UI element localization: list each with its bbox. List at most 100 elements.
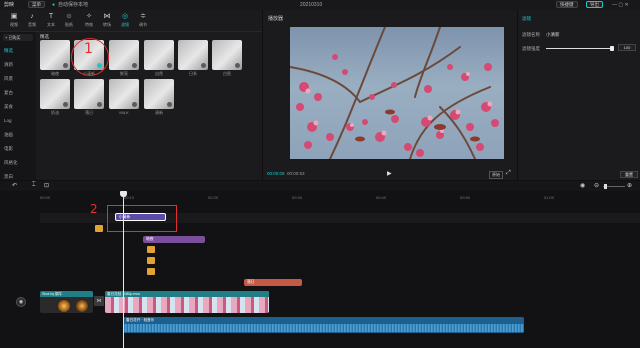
clip-thumbnail — [58, 300, 70, 312]
nav-item-stylized[interactable]: 风格化 — [4, 160, 32, 166]
zoom-out-icon[interactable]: ⊖ — [594, 182, 599, 189]
video-clip-1[interactable]: Shot by 蜗牛 — [40, 291, 93, 313]
filter-card[interactable]: MILK — [109, 79, 139, 117]
video-clip-2[interactable]: 春日花枝 1080p.mov — [105, 291, 269, 313]
autosave-status: 自动保存本地 — [58, 2, 89, 8]
filter-card[interactable]: 鲜亮 — [109, 40, 139, 78]
export-button[interactable]: 导出 — [586, 1, 603, 8]
nav-item-featured[interactable]: 精选 — [4, 48, 32, 54]
filter-thumbnail — [40, 40, 70, 70]
effect-marker[interactable] — [147, 246, 155, 253]
ruler-tick: 00:20 — [208, 195, 219, 200]
nav-item-log[interactable]: Log — [4, 118, 32, 124]
ruler-tick: 00:40 — [376, 195, 387, 200]
project-title: 20210310 — [300, 2, 323, 8]
filter-card[interactable]: 奶油 — [40, 79, 70, 117]
zoom-slider-handle[interactable] — [604, 184, 607, 189]
effect-marker[interactable] — [147, 268, 155, 275]
purchased-button[interactable]: + 已购买 — [3, 34, 33, 41]
intensity-slider-fill — [546, 48, 614, 49]
filter-name: 日系 — [189, 71, 197, 76]
video-clip-label: Shot by 蜗牛 — [40, 291, 93, 297]
effect-marker[interactable] — [95, 225, 103, 232]
delete-icon[interactable]: ⊡ — [44, 182, 49, 189]
nav-item-food[interactable]: 美食 — [4, 104, 32, 110]
effect-clip[interactable]: 暗夜 — [143, 236, 205, 243]
tool-label: 调节 — [139, 22, 147, 27]
fullscreen-icon[interactable]: ⤢ — [506, 170, 511, 177]
filter-thumbnail — [109, 79, 139, 109]
filter-card[interactable]: 暗夜 — [40, 40, 70, 78]
filter-card[interactable]: 落日 — [74, 79, 104, 117]
sticker-icon: ☺ — [65, 13, 73, 20]
audio-clip[interactable]: 春日花开 · 轻音乐 — [123, 317, 524, 333]
filter-name: 鲜亮 — [120, 71, 128, 76]
tool-label: 音频 — [28, 22, 36, 27]
transition-icon[interactable]: ⋈ — [94, 296, 104, 306]
filter-card[interactable]: 日系 — [178, 40, 208, 78]
time-current: 00:00:09 — [267, 171, 285, 176]
nav-item-bw[interactable]: 黑白 — [4, 174, 32, 180]
tool-adjust[interactable]: ≑ 调节 — [133, 12, 153, 28]
tool-video[interactable]: ▣ 视频 — [4, 12, 24, 28]
filter-name: 奶油 — [51, 110, 59, 115]
nav-item-retro[interactable]: 复古 — [4, 90, 32, 96]
transition-icon: ⋈ — [103, 13, 111, 20]
tool-text[interactable]: T 文本 — [41, 12, 61, 28]
title-bar: 剪映 菜单 ● 自动保存本地 20210310 快捷键 导出 — ▢ ✕ — [0, 0, 640, 10]
intensity-value[interactable]: 100 — [618, 44, 636, 51]
filter-thumbnail — [144, 40, 174, 70]
filter-thumbnail — [74, 79, 104, 109]
ratio-button[interactable]: 原始 — [489, 171, 503, 179]
window-controls[interactable]: — ▢ ✕ — [612, 0, 629, 10]
nav-item-film[interactable]: 电影 — [4, 146, 32, 152]
filter-card[interactable]: 白皙 — [212, 40, 242, 78]
filter-card[interactable]: 清新 — [144, 79, 174, 117]
video-icon: ▣ — [10, 13, 18, 20]
nav-item-fresh[interactable]: 清新 — [4, 62, 32, 68]
intensity-slider-track[interactable] — [546, 46, 614, 51]
filter-card[interactable]: 自然 — [144, 40, 174, 78]
nav-item-scenery[interactable]: 风景 — [4, 76, 32, 82]
sticker-clip[interactable]: 落日 — [244, 279, 302, 286]
filter-icon: ◎ — [121, 13, 129, 20]
zoom-slider[interactable] — [603, 184, 625, 189]
audio-clip-label: 春日花开 · 轻音乐 — [126, 318, 155, 322]
play-icon[interactable]: ▶ — [387, 170, 392, 177]
filter-name: 落日 — [85, 110, 93, 115]
audio-icon: ♪ — [30, 13, 34, 20]
annotation-number-two: 2 — [90, 202, 98, 216]
effect-marker[interactable] — [147, 257, 155, 264]
nav-item-oil[interactable]: 油画 — [4, 132, 32, 138]
tab-filter[interactable]: 滤镜 — [522, 16, 531, 22]
undo-icon[interactable]: ↶ — [12, 182, 17, 189]
app-name: 剪映 — [4, 2, 15, 8]
tool-effects[interactable]: ✧ 特效 — [79, 12, 99, 28]
shortcut-button[interactable]: 快捷键 — [556, 1, 578, 8]
tool-label: 文本 — [47, 22, 55, 27]
tool-filter[interactable]: ◎ 滤镜 — [115, 12, 135, 28]
tool-label: 特效 — [85, 22, 93, 27]
tool-transition[interactable]: ⋈ 转场 — [97, 12, 117, 28]
cover-icon[interactable]: ◉ — [16, 297, 26, 307]
player-controls: 00:00:09 00:00:53 ▶ 原始 ⤢ — [263, 170, 517, 180]
filter-name-label: 滤镜名称 — [522, 32, 540, 37]
reset-button[interactable]: 重置 — [620, 171, 638, 178]
audio-waveform — [123, 324, 524, 332]
intensity-slider-handle[interactable] — [610, 46, 614, 51]
filter-thumbnail — [144, 79, 174, 109]
preview-axis-icon[interactable]: ◉ — [580, 182, 585, 189]
filter-name: 白皙 — [223, 71, 231, 76]
player-title: 播放器 — [268, 16, 284, 22]
tool-sticker[interactable]: ☺ 贴纸 — [59, 12, 79, 28]
split-icon[interactable]: ⌶ — [32, 182, 36, 189]
ruler-tick: 00:50 — [460, 195, 471, 200]
timeline-toolbar: ↶ ⌶ ⊡ ◉ ⊖ ⊕ — [0, 181, 640, 191]
filter-name-value: 小清新 — [546, 32, 560, 37]
tool-audio[interactable]: ♪ 音频 — [22, 12, 42, 28]
zoom-in-icon[interactable]: ⊕ — [627, 182, 632, 189]
menu-button[interactable]: 菜单 — [28, 1, 45, 8]
playhead[interactable] — [120, 191, 127, 348]
clip-thumbnail — [76, 300, 88, 312]
tool-label: 贴纸 — [65, 22, 73, 27]
